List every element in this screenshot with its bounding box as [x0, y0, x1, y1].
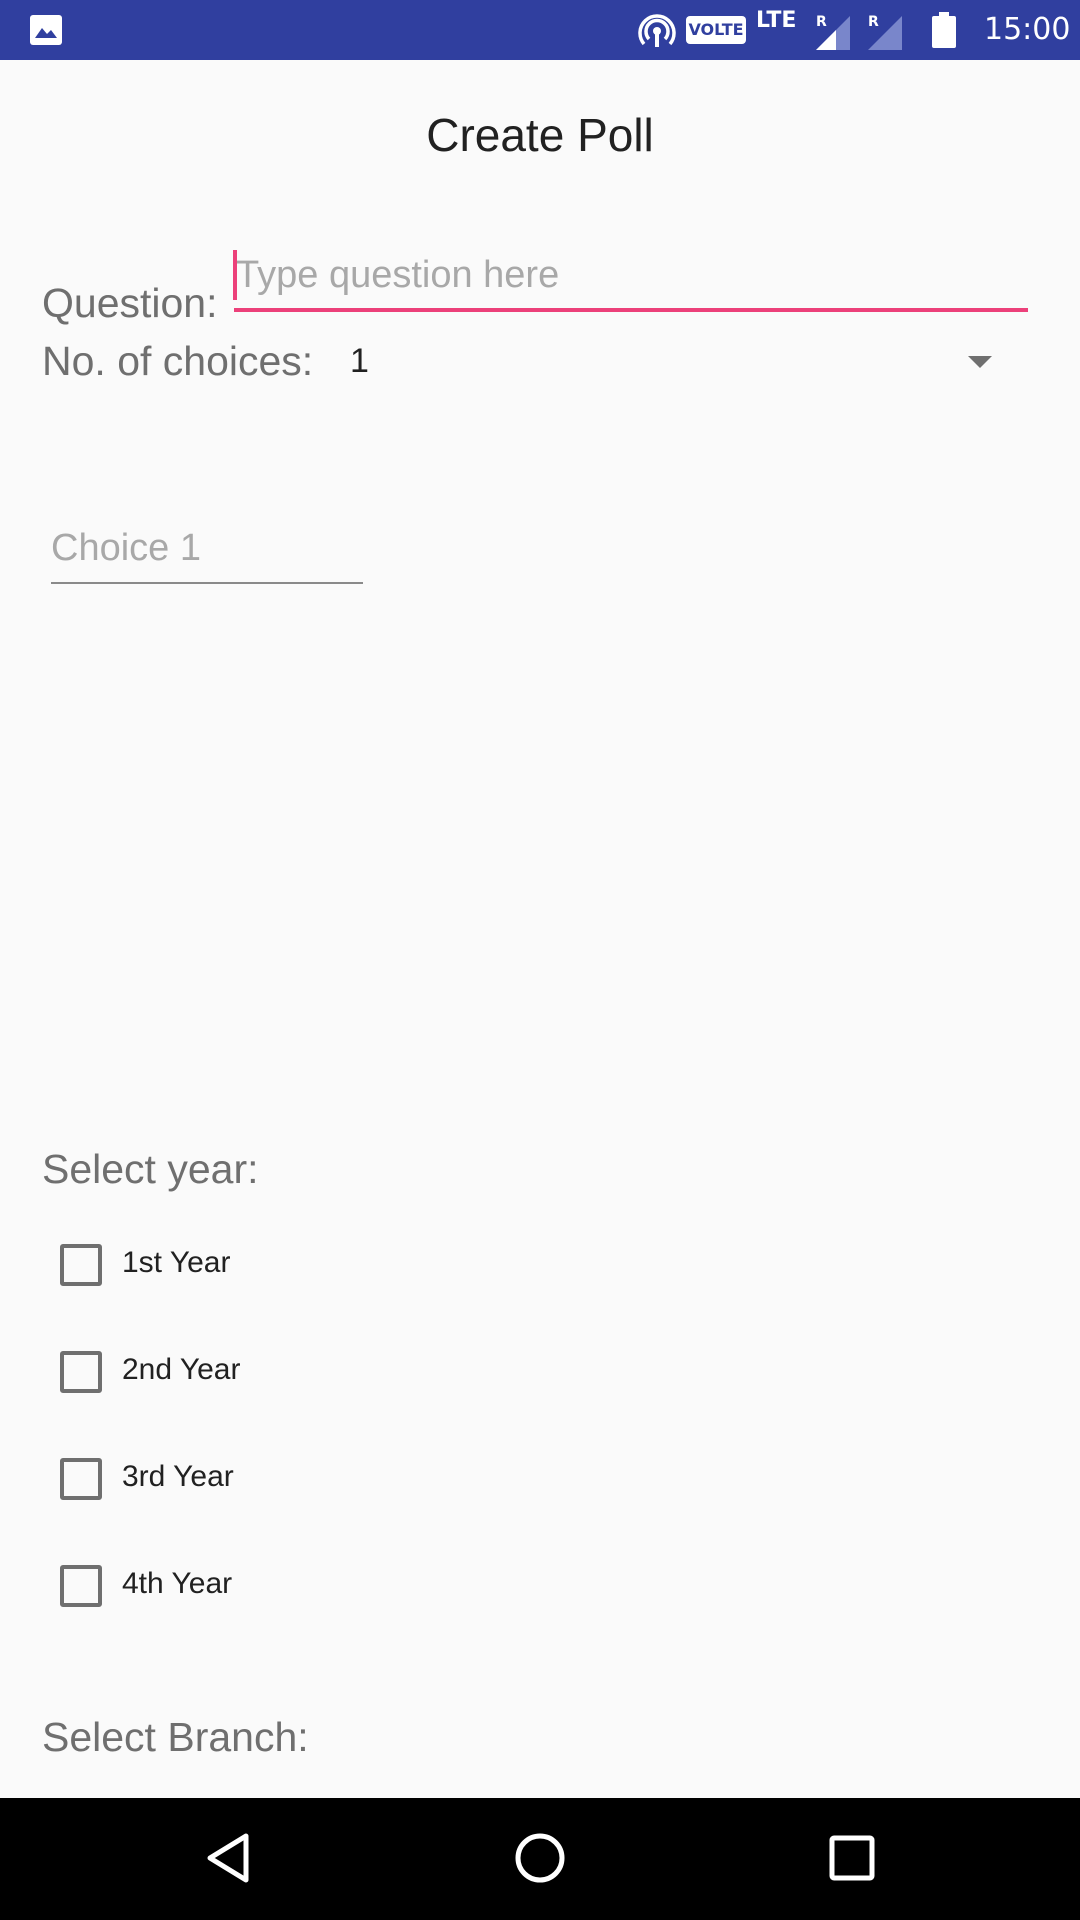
- choices-selected-value: 1: [350, 342, 369, 380]
- checkbox-3rd-year[interactable]: 3rd Year: [58, 1452, 458, 1512]
- checkbox-label: 3rd Year: [122, 1460, 234, 1493]
- volte-badge: VOLTE: [686, 16, 746, 44]
- navigation-bar: [0, 1798, 1080, 1920]
- status-bar: VOLTE LTE R R 15:00: [0, 0, 1080, 60]
- gallery-icon: [30, 15, 62, 45]
- select-branch-label: Select Branch:: [42, 1714, 309, 1760]
- text-cursor: [233, 250, 237, 300]
- checkbox-icon[interactable]: [60, 1351, 102, 1393]
- signal-icon: R: [816, 14, 850, 50]
- checkbox-4th-year[interactable]: 4th Year: [58, 1559, 458, 1619]
- home-icon[interactable]: [510, 1828, 570, 1888]
- page-title: Create Poll: [426, 109, 654, 161]
- choice-1-input[interactable]: [51, 522, 363, 584]
- recents-icon[interactable]: [822, 1828, 882, 1888]
- choices-dropdown[interactable]: 1: [340, 330, 1000, 390]
- roaming-indicator: R: [816, 14, 827, 30]
- checkbox-label: 2nd Year: [122, 1353, 241, 1386]
- choices-label: No. of choices:: [42, 338, 314, 384]
- dropdown-arrow-icon: [968, 356, 992, 368]
- checkbox-1st-year[interactable]: 1st Year: [58, 1238, 458, 1298]
- clock: 15:00: [984, 12, 1071, 47]
- question-label: Question:: [42, 280, 218, 326]
- battery-icon: [932, 12, 956, 48]
- question-input[interactable]: [234, 248, 1028, 312]
- checkbox-icon[interactable]: [60, 1458, 102, 1500]
- checkbox-icon[interactable]: [60, 1565, 102, 1607]
- checkbox-label: 1st Year: [122, 1246, 231, 1279]
- checkbox-label: 4th Year: [122, 1567, 233, 1600]
- roaming-indicator: R: [868, 14, 879, 30]
- hotspot-icon: [638, 14, 676, 47]
- checkbox-icon[interactable]: [60, 1244, 102, 1286]
- signal-icon: R: [868, 14, 902, 50]
- checkbox-2nd-year[interactable]: 2nd Year: [58, 1345, 458, 1405]
- select-year-label: Select year:: [42, 1146, 259, 1192]
- back-icon[interactable]: [200, 1828, 260, 1888]
- network-type: LTE: [756, 8, 797, 33]
